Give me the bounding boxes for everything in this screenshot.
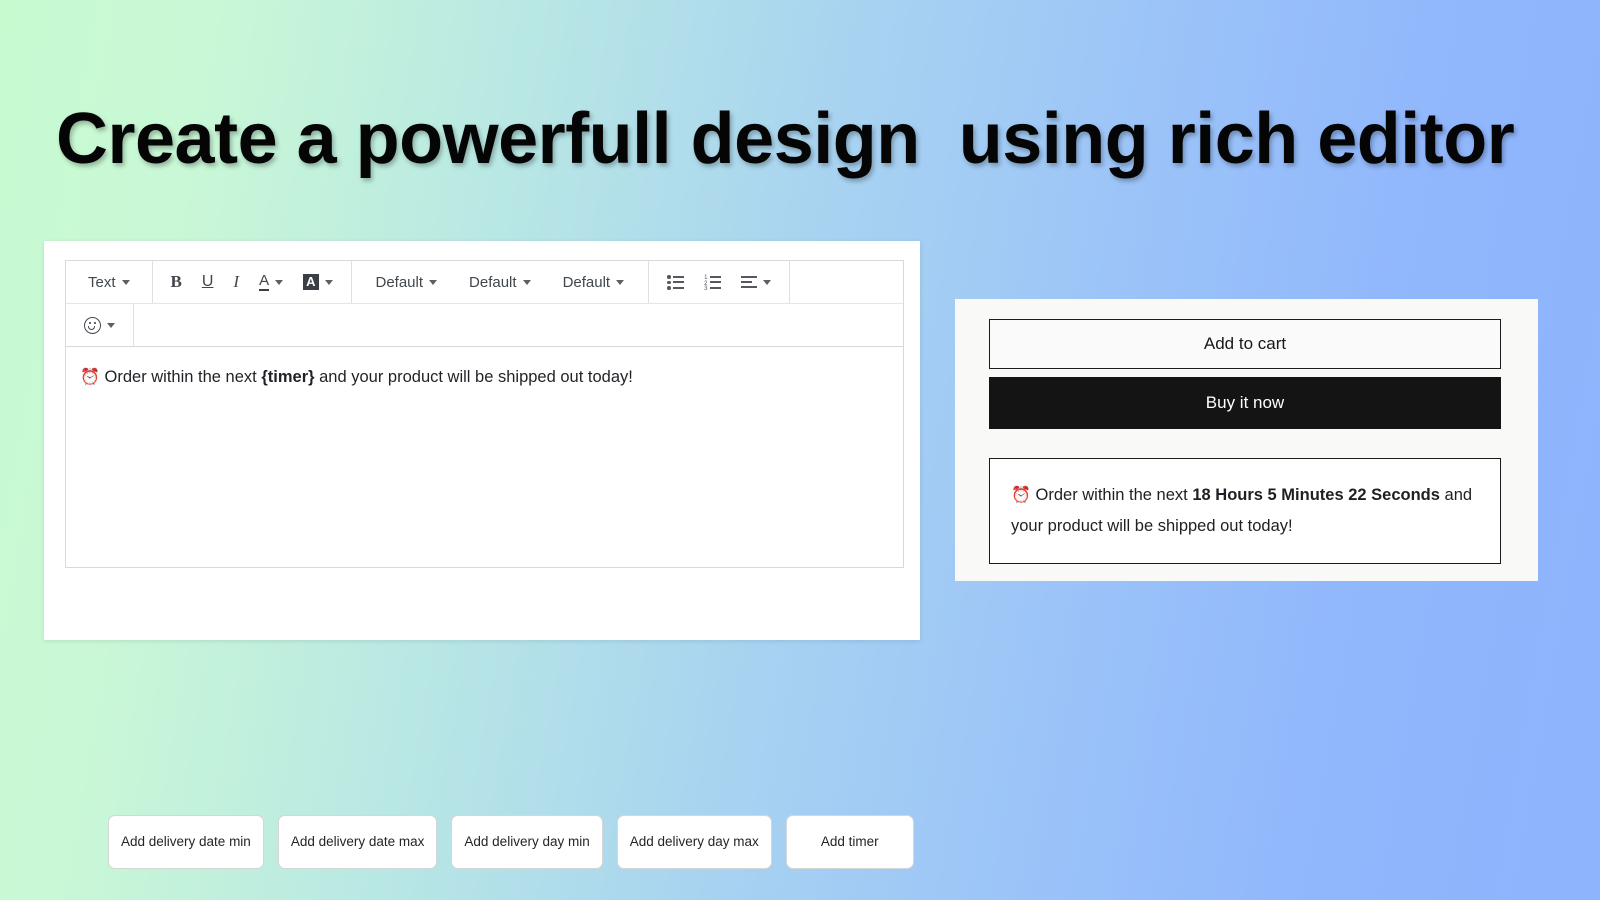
editor-inner: Text B U I A A Default Default Default 1… <box>65 260 904 568</box>
bold-button[interactable]: B <box>161 261 192 303</box>
text-color-dropdown[interactable]: A <box>249 261 293 303</box>
chevron-down-icon <box>324 279 333 285</box>
editor-insert-buttons: Add delivery date min Add delivery date … <box>108 815 914 869</box>
toolbar-group-spacer <box>790 261 806 303</box>
toolbar-group-style: Text <box>66 261 153 303</box>
bulleted-list-icon <box>667 275 685 290</box>
product-preview-panel: Add to cart Buy it now ⏰ Order within th… <box>955 299 1538 581</box>
text-align-dropdown[interactable] <box>731 261 781 303</box>
toolbar-group-typography: Default Default Default <box>352 261 650 303</box>
editor-toolbar: Text B U I A A Default Default Default 1… <box>65 260 904 346</box>
text-color-icon: A <box>259 272 270 292</box>
add-delivery-day-min-button[interactable]: Add delivery day min <box>451 815 603 869</box>
alarm-clock-icon: ⏰ <box>80 369 100 386</box>
add-timer-button[interactable]: Add timer <box>785 815 914 869</box>
add-delivery-date-max-button[interactable]: Add delivery date max <box>277 815 438 869</box>
emoji-picker-dropdown[interactable] <box>74 304 125 346</box>
toolbar-group-spacer-2 <box>134 304 150 346</box>
underline-icon: U <box>201 273 214 290</box>
align-left-icon <box>741 276 758 288</box>
chevron-down-icon <box>616 279 625 285</box>
chevron-down-icon <box>275 279 284 285</box>
editor-text-after: and your product will be shipped out tod… <box>314 368 633 386</box>
highlight-color-icon: A <box>303 273 319 291</box>
bulleted-list-button[interactable] <box>657 261 694 303</box>
bold-icon: B <box>170 272 182 291</box>
add-delivery-date-min-button[interactable]: Add delivery date min <box>108 815 264 869</box>
chevron-down-icon <box>121 279 130 285</box>
alarm-clock-icon: ⏰ <box>1011 487 1031 504</box>
chevron-down-icon <box>522 279 531 285</box>
add-delivery-day-max-button[interactable]: Add delivery day max <box>616 815 772 869</box>
toolbar-group-formatting: B U I A A <box>153 261 352 303</box>
toolbar-group-emoji <box>66 304 134 346</box>
editor-content-area[interactable]: ⏰ Order within the next {timer} and your… <box>65 346 904 568</box>
timer-text-before: Order within the next <box>1030 486 1193 504</box>
paragraph-style-label: Text <box>88 273 116 291</box>
toolbar-group-lists: 1 2 3 <box>649 261 791 303</box>
toolbar-row-secondary <box>66 303 903 346</box>
font-family-label: Default <box>375 273 424 291</box>
underline-button[interactable]: U <box>192 261 224 303</box>
line-height-dropdown[interactable]: Default <box>547 261 641 303</box>
editor-timer-token: {timer} <box>261 368 315 386</box>
preview-inner: Add to cart Buy it now ⏰ Order within th… <box>955 299 1538 565</box>
numbered-list-icon: 1 2 3 <box>704 275 722 292</box>
toolbar-row-primary: Text B U I A A Default Default Default 1… <box>66 261 903 303</box>
chevron-down-icon <box>763 279 772 285</box>
editor-text-before: Order within the next <box>99 368 262 386</box>
italic-button[interactable]: I <box>223 261 249 303</box>
font-size-dropdown[interactable]: Default <box>453 261 547 303</box>
add-to-cart-button[interactable]: Add to cart <box>989 319 1501 369</box>
paragraph-style-dropdown[interactable]: Text <box>74 261 144 303</box>
chevron-down-icon <box>429 279 438 285</box>
italic-icon: I <box>233 272 240 291</box>
font-size-label: Default <box>469 273 517 291</box>
highlight-color-dropdown[interactable]: A <box>293 261 342 303</box>
page-title: Create a powerfull design using rich edi… <box>56 99 1515 179</box>
timer-message-preview: ⏰ Order within the next 18 Hours 5 Minut… <box>989 458 1501 565</box>
line-height-label: Default <box>562 273 611 291</box>
numbered-list-button[interactable]: 1 2 3 <box>694 261 731 303</box>
chevron-down-icon <box>107 322 115 328</box>
font-family-dropdown[interactable]: Default <box>360 261 454 303</box>
rich-text-editor-card: Text B U I A A Default Default Default 1… <box>44 241 920 869</box>
countdown-value: 18 Hours 5 Minutes 22 Seconds <box>1192 486 1440 504</box>
buy-it-now-button[interactable]: Buy it now <box>989 377 1501 429</box>
smiley-face-icon <box>84 316 101 334</box>
